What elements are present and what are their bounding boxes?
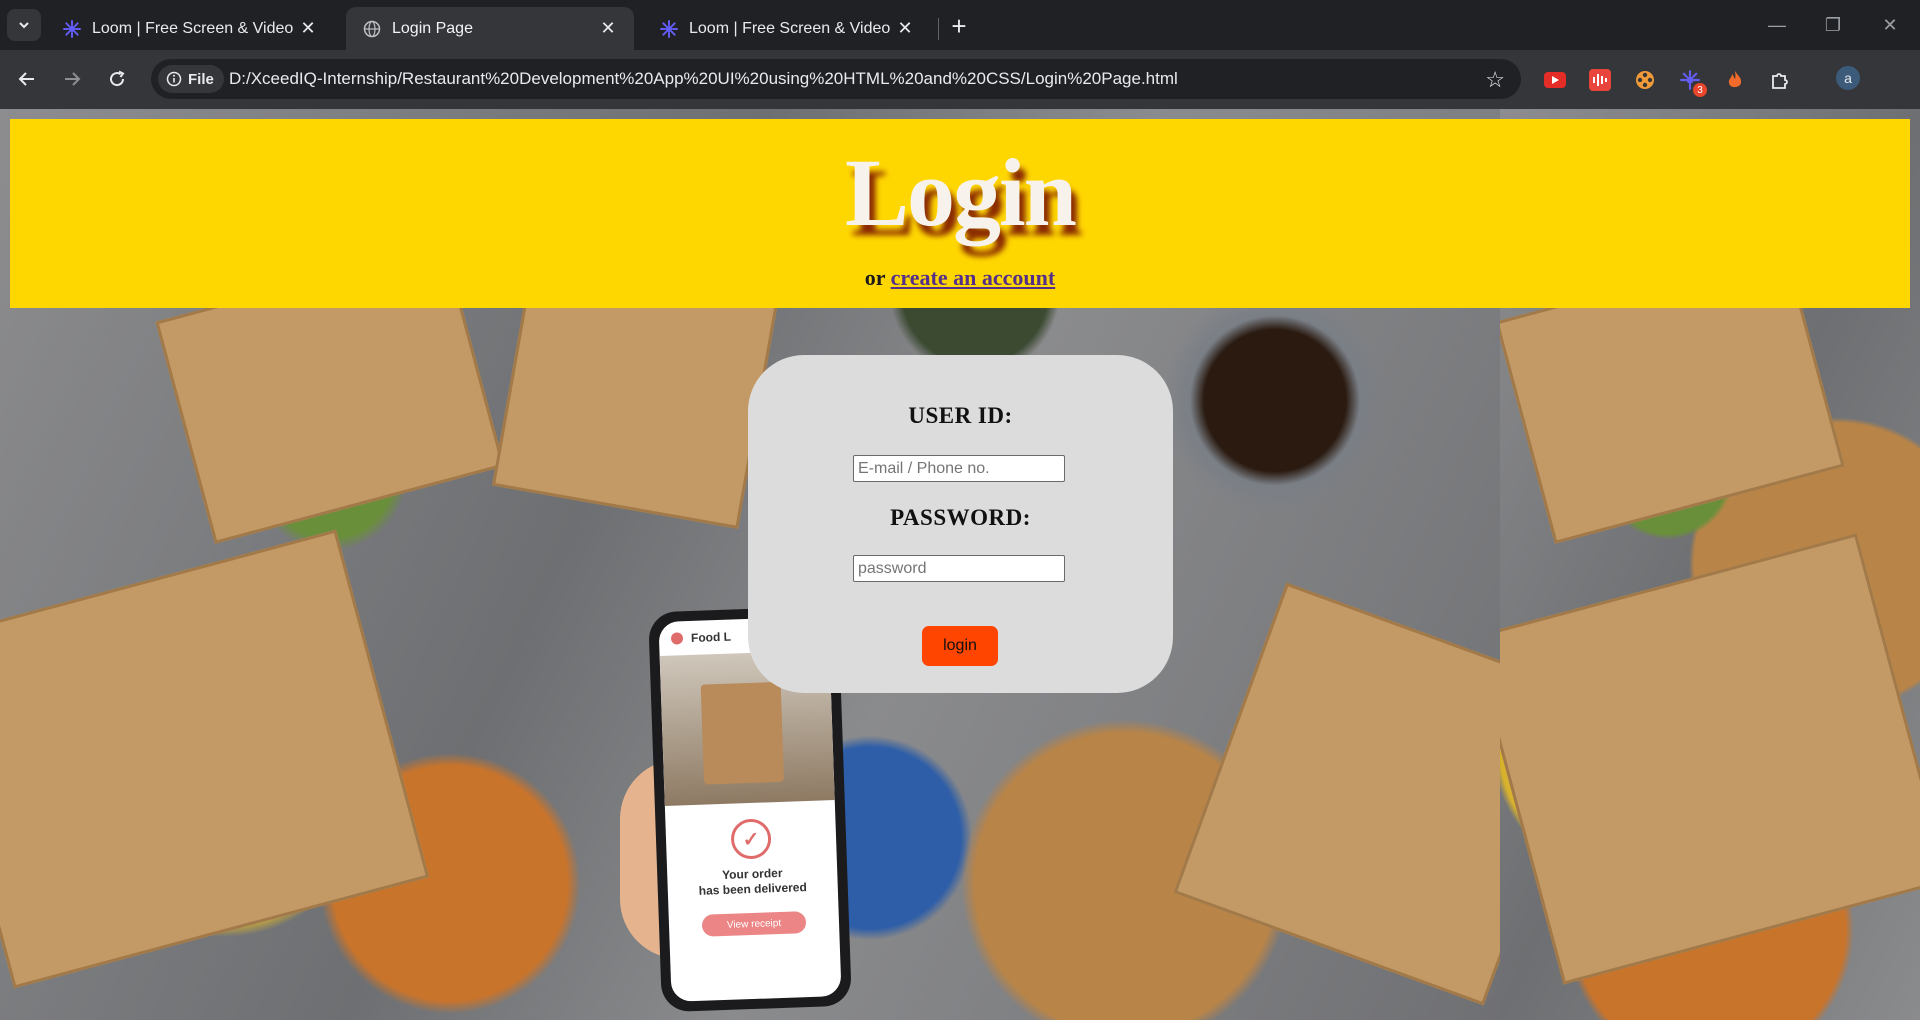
globe-icon [362,19,382,39]
bookmark-star-icon[interactable]: ☆ [1485,67,1505,93]
checkmark-icon: ✓ [730,818,772,860]
audio-extension-icon[interactable] [1587,67,1613,93]
phone-app-logo-icon [670,632,684,645]
loom-icon [659,19,679,39]
rice-box [1500,533,1920,985]
tab-divider [938,18,939,40]
tab-title: Login Page [392,19,473,37]
close-icon[interactable]: ✕ [598,18,618,39]
tab-title: Loom | Free Screen & Video Re [689,19,895,37]
login-button[interactable]: login [922,626,998,666]
rice-box [0,529,430,989]
shopping-bag [700,681,785,785]
reload-icon [110,70,125,87]
site-info-chip[interactable]: File [158,65,224,93]
page-title: Login [844,139,1077,246]
address-bar[interactable]: File D:/XceedIQ-Internship/Restaurant%20… [151,59,1521,99]
back-button[interactable] [11,63,43,95]
new-tab-button[interactable]: + [945,11,973,41]
tab-title: Loom | Free Screen & Video Re [92,19,298,37]
page-viewport: Food L ✓ Your order has been delivered V… [0,109,1920,1020]
phone-app-title: Food L [690,629,732,645]
close-icon[interactable]: ✕ [895,18,915,39]
password-label: PASSWORD: [890,505,1031,530]
reload-button[interactable] [101,63,133,95]
loom-icon [62,19,82,39]
info-icon [166,71,182,87]
subtitle-prefix: or [864,265,886,290]
create-account-link[interactable]: create an account [891,265,1056,290]
close-window-button[interactable]: ✕ [1870,10,1910,40]
tab-loom-1[interactable]: Loom | Free Screen & Video Re ✕ [46,7,334,50]
tab-login-page[interactable]: Login Page ✕ [346,7,634,50]
arrow-left-icon [18,72,34,86]
loom-extension-icon[interactable]: 3 [1677,67,1707,97]
view-receipt-button: View receipt [701,911,807,937]
arrow-right-icon [65,72,81,86]
film-reel-extension-icon[interactable] [1632,67,1658,93]
forward-button[interactable] [56,63,88,95]
tab-strip: Loom | Free Screen & Video Re ✕ Login Pa… [0,0,1920,50]
site-chip-label: File [188,70,214,88]
minimize-button[interactable]: — [1757,10,1797,40]
close-icon[interactable]: ✕ [298,18,318,39]
profile-avatar[interactable]: a [1836,66,1860,90]
header-banner: Login or create an account [10,119,1910,308]
tab-search-button[interactable] [7,9,41,41]
order-status: Your order has been delivered [667,864,838,900]
login-card: USER ID: PASSWORD: login [748,355,1173,693]
extension-badge: 3 [1693,83,1707,97]
noodle-box [1173,582,1500,1006]
userid-label: USER ID: [908,403,1013,428]
chevron-down-icon [19,22,29,29]
subtitle: or create an account [10,265,1910,291]
browser-toolbar: File D:/XceedIQ-Internship/Restaurant%20… [0,50,1920,139]
password-input[interactable] [853,555,1065,582]
puzzle-extensions-icon[interactable] [1767,67,1793,93]
youtube-extension-icon[interactable] [1542,67,1568,93]
url-text[interactable]: D:/XceedIQ-Internship/Restaurant%20Devel… [229,69,1178,89]
restore-button[interactable]: ❐ [1813,10,1853,40]
userid-input[interactable] [853,455,1065,482]
tab-loom-2[interactable]: Loom | Free Screen & Video Re ✕ [643,7,931,50]
fire-extension-icon[interactable] [1722,67,1748,93]
